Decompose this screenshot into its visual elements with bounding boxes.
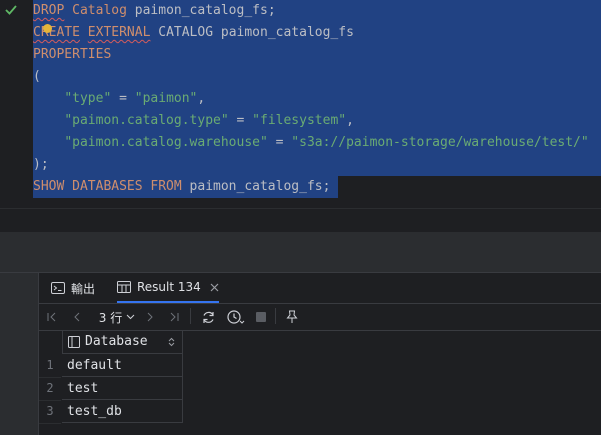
tab-result-label: Result 134 [137,280,201,294]
code-token: paimon_catalog_fs; [181,179,331,194]
code-line[interactable]: CREATE EXTERNAL CATALOG paimon_catalog_f… [33,22,354,44]
first-page-icon[interactable] [45,308,59,326]
column-icon [68,336,80,348]
chevron-down-icon [126,314,135,320]
tab-output[interactable]: 輸出 [51,273,95,303]
code-token: PROPERTIES [33,47,112,62]
code-token: , [197,91,206,106]
code-token: CREATE [33,25,80,40]
table-icon [117,281,131,293]
code-line[interactable]: "paimon.catalog.warehouse" = "s3a://paim… [33,132,589,154]
row-number[interactable]: 3 [39,400,61,424]
rows-count-dropdown[interactable]: 3 行 [95,308,139,326]
lightbulb-icon[interactable] [43,24,52,33]
code-token: "paimon.catalog.warehouse" [64,135,268,150]
toolbar-separator-2 [275,308,276,324]
panel-divider [0,232,601,272]
check-icon [5,5,17,15]
code-token: "s3a://paimon-storage/warehouse/test/" [291,135,589,150]
stop-icon[interactable] [254,308,268,326]
row-number[interactable]: 2 [39,377,61,401]
toolbar-separator [190,308,191,324]
code-token: CATALOG paimon_catalog_fs [150,25,354,40]
left-tool-strip [0,273,39,435]
code-line[interactable]: "paimon.catalog.type" = "filesystem", [33,110,354,132]
editor-footer [0,208,601,233]
code-line[interactable]: "type" = "paimon", [33,88,205,110]
column-header-database[interactable]: Database [62,330,183,354]
code-line[interactable]: ( [33,66,41,88]
table-cell[interactable]: test_db [62,400,183,423]
code-token: "paimon" [134,91,198,106]
sort-icon[interactable] [168,337,175,347]
code-line[interactable]: PROPERTIES [33,44,111,66]
code-token: "paimon.catalog.type" [64,113,229,128]
rows-count-label: 3 行 [98,310,123,325]
column-header-label: Database [85,334,148,349]
table-cell[interactable]: test [62,377,183,400]
code-token: , [346,113,354,128]
tab-output-label: 輸出 [71,281,96,296]
code-line[interactable]: DROP Catalog paimon_catalog_fs; [33,0,276,22]
code-token: DROP [33,3,65,18]
pin-icon[interactable] [285,308,299,326]
next-page-icon[interactable] [143,308,157,326]
code-token: ); [33,157,49,172]
prev-page-icon[interactable] [70,308,84,326]
close-icon[interactable] [210,283,219,292]
code-token: paimon_catalog_fs; [126,3,276,18]
code-token: = [267,135,292,150]
results-toolbar: 3 行 [39,304,601,331]
code-token: Catalog [72,3,127,18]
code-token: "type" [64,91,112,106]
code-line[interactable]: SHOW DATABASES FROM paimon_catalog_fs; [33,176,330,198]
console-icon [51,282,65,294]
last-page-icon[interactable] [167,308,181,326]
code-token: SHOW DATABASES FROM [33,179,182,194]
code-token: ( [33,69,41,84]
editor-gutter [0,0,30,208]
clock-icon[interactable] [225,308,247,326]
code-line[interactable]: ); [33,154,49,176]
refresh-icon[interactable] [199,308,217,326]
table-cell[interactable]: default [62,354,183,377]
code-token: "filesystem" [252,113,347,128]
results-panel: 輸出 Result 134 3 行 Database 1 default 2 test… [0,272,601,435]
tab-result[interactable]: Result 134 [117,273,219,303]
row-number[interactable]: 1 [39,354,61,378]
code-token: = [111,91,135,106]
code-token: EXTERNAL [87,25,151,40]
code-token: = [228,113,253,128]
results-tabs: 輸出 Result 134 [39,273,601,304]
sql-editor[interactable]: DROP Catalog paimon_catalog_fs; CREATE EX… [0,0,601,208]
